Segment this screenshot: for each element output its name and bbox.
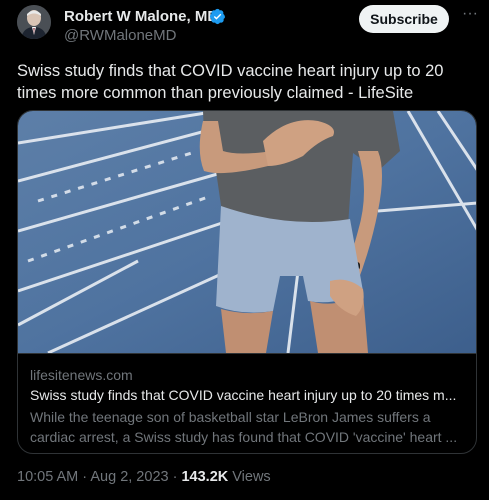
card-image[interactable]: [18, 111, 476, 353]
views-count: 143.2K: [181, 469, 229, 485]
separator: ·: [78, 469, 91, 485]
verified-badge-icon: [209, 8, 226, 25]
separator: ·: [168, 469, 182, 485]
tweet-date[interactable]: Aug 2, 2023: [90, 469, 168, 485]
card-meta[interactable]: lifesitenews.com Swiss study finds that …: [18, 353, 476, 453]
subscribe-button[interactable]: Subscribe: [359, 5, 449, 33]
card-title: Swiss study finds that COVID vaccine hea…: [30, 387, 457, 403]
link-card[interactable]: lifesitenews.com Swiss study finds that …: [17, 110, 477, 454]
card-domain: lifesitenews.com: [30, 367, 133, 383]
avatar[interactable]: [17, 5, 51, 39]
author-handle[interactable]: @RWMaloneMD: [64, 27, 176, 44]
tweet-time[interactable]: 10:05 AM: [17, 469, 78, 485]
author-name[interactable]: Robert W Malone, MD: [64, 8, 218, 25]
views-label: Views: [232, 469, 271, 485]
runner-on-track-photo: [18, 111, 476, 353]
avatar-image: [17, 5, 51, 39]
tweet-text: Swiss study finds that COVID vaccine hea…: [17, 62, 444, 102]
card-description: While the teenage son of basketball star…: [30, 409, 458, 445]
tweet-footer: 10:05 AM · Aug 2, 2023 · 143.2K Views: [17, 469, 271, 485]
more-options-icon[interactable]: ···: [461, 6, 479, 26]
